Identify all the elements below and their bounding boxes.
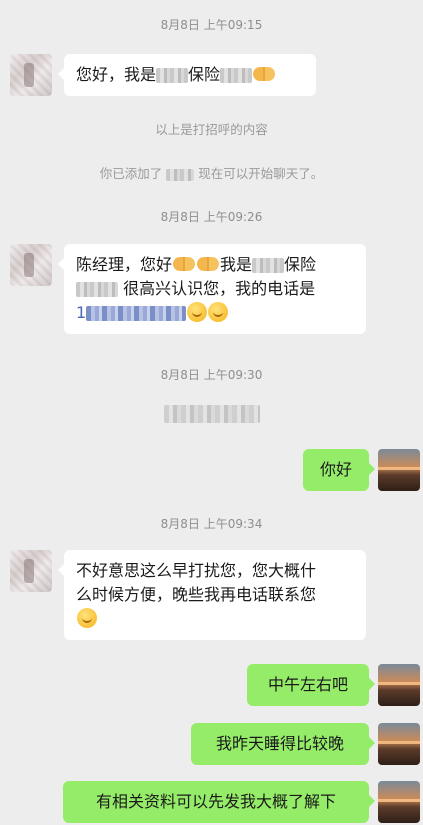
- message-text: 有相关资料可以先发我大概了解下: [95, 792, 336, 811]
- message-text: 陈经理，您好: [76, 255, 173, 274]
- message-line: 陈经理，您好 我是 保险: [76, 253, 354, 277]
- message-text: 您好，我是: [76, 65, 157, 84]
- redacted-phone-number[interactable]: [86, 306, 187, 321]
- message-text: 你好: [319, 460, 352, 479]
- timestamp: 8月8日 上午09:34: [160, 517, 263, 531]
- system-notice-text: 现在可以开始聊天了。: [198, 166, 324, 181]
- message-text: 不好意思这么早打扰您，您大概什: [76, 561, 317, 580]
- contact-avatar[interactable]: [10, 54, 52, 96]
- message-bubble-outgoing[interactable]: 中午左右吧: [247, 664, 375, 706]
- redacted-text: [156, 68, 189, 83]
- message-line: 很高兴认识您，我的电话是: [76, 277, 354, 301]
- message-text: 中午左右吧: [267, 675, 348, 694]
- smile-emoji-icon: [208, 302, 229, 322]
- user-avatar[interactable]: [378, 664, 420, 706]
- redacted-text: [220, 68, 253, 83]
- message-text: 保险: [284, 255, 317, 274]
- contact-avatar[interactable]: [10, 550, 52, 592]
- message-text: 我昨天睡得比较晚: [215, 734, 344, 753]
- smile-emoji-icon: [187, 302, 208, 322]
- timestamp: 8月8日 上午09:26: [160, 210, 263, 224]
- message-text: 么时候方便，晚些我再电话联系您: [76, 585, 317, 604]
- redacted-text: [252, 258, 285, 273]
- system-notice: 你已添加了 现在可以开始聊天了。: [0, 163, 423, 182]
- message-bubble-incoming[interactable]: 陈经理，您好 我是 保险 很高兴认识您，我的电话是 1: [58, 244, 366, 334]
- handshake-emoji-icon: [253, 67, 276, 81]
- system-notice-text: 你已添加了: [99, 166, 163, 181]
- user-avatar[interactable]: [378, 723, 420, 765]
- phone-prefix: 1: [76, 303, 87, 322]
- contact-avatar[interactable]: [10, 244, 52, 286]
- user-avatar[interactable]: [378, 449, 420, 491]
- redacted-name: [166, 168, 195, 181]
- message-line: [76, 607, 354, 631]
- message-text: 很高兴认识您，我的电话是: [123, 279, 316, 298]
- message-bubble-incoming[interactable]: 您好，我是 保险: [58, 54, 316, 96]
- timestamp: 8月8日 上午09:15: [160, 18, 263, 32]
- message-bubble-outgoing[interactable]: 你好: [303, 449, 375, 491]
- message-text: 我是: [220, 255, 253, 274]
- message-bubble-outgoing[interactable]: 我昨天睡得比较晚: [191, 723, 375, 765]
- handshake-emoji-icon: [173, 257, 196, 271]
- handshake-emoji-icon: [197, 257, 220, 271]
- timestamp: 8月8日 上午09:30: [160, 368, 263, 382]
- redacted-text: [76, 282, 118, 297]
- system-notice: 以上是打招呼的内容: [155, 122, 268, 137]
- message-line: 1: [76, 301, 354, 325]
- message-text: 保险: [188, 65, 221, 84]
- user-avatar[interactable]: [378, 781, 420, 823]
- redacted-system-notice: [164, 405, 260, 423]
- message-bubble-incoming[interactable]: 不好意思这么早打扰您，您大概什 么时候方便，晚些我再电话联系您: [58, 550, 366, 640]
- smile-emoji-icon: [77, 608, 97, 628]
- message-bubble-outgoing[interactable]: 有相关资料可以先发我大概了解下: [63, 781, 375, 823]
